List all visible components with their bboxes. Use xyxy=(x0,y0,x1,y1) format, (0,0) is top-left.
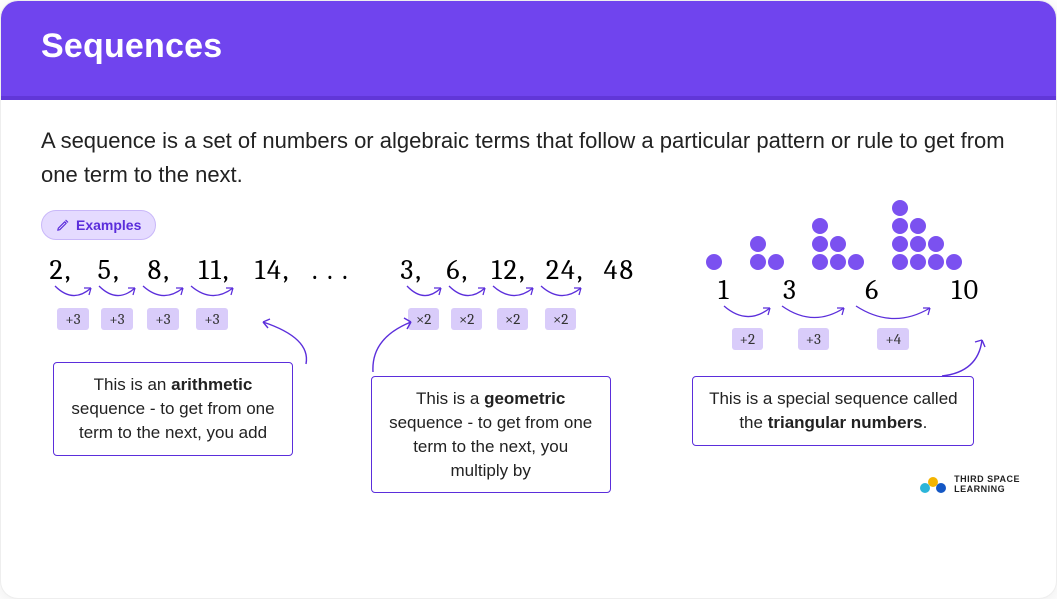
op-badge: ×2 xyxy=(497,308,528,330)
curve-arrow-icon xyxy=(850,304,936,326)
curve-arrow-icon xyxy=(445,284,489,306)
arithmetic-caption: This is an arithmetic sequence - to get … xyxy=(53,362,293,455)
header-bar: Sequences xyxy=(1,1,1056,100)
term: 24, xyxy=(541,254,589,286)
op-badge: ×2 xyxy=(451,308,482,330)
term: 5, xyxy=(89,254,129,286)
triangular-sequence: 1 3 6 10 xyxy=(700,274,1016,306)
intro-text: A sequence is a set of numbers or algebr… xyxy=(41,124,1016,192)
curve-arrow-icon xyxy=(187,284,237,306)
geometric-column: 3, 6, 12, 24, 48 ×2 ×2 xyxy=(371,254,687,493)
term: 3, xyxy=(393,254,431,286)
triangular-column: 1 3 6 10 +2 +3 +4 xyxy=(700,200,1016,446)
term: 48 xyxy=(597,254,641,286)
triangle-3 xyxy=(750,236,784,270)
term: 6, xyxy=(439,254,477,286)
term: 6 xyxy=(833,274,913,306)
curve-arrow-icon xyxy=(537,284,585,306)
brand-logo: THIRD SPACE LEARNING xyxy=(918,475,1020,495)
examples-columns: 2, 5, 8, 11, 14, . . . +3 +3 xyxy=(41,254,1016,493)
op-badge: +3 xyxy=(798,328,829,350)
curve-arrow-icon xyxy=(776,304,850,326)
op-badge: +3 xyxy=(57,308,88,330)
triangular-caption: This is a special sequence called the tr… xyxy=(692,376,974,446)
op-badge: +2 xyxy=(732,328,763,350)
geometric-caption: This is a geometric sequence - to get fr… xyxy=(371,376,611,493)
geometric-arrows: ×2 ×2 ×2 ×2 xyxy=(403,284,687,330)
triangle-1 xyxy=(706,254,722,270)
lesson-card: Sequences A sequence is a set of numbers… xyxy=(0,0,1057,599)
curve-arrow-icon xyxy=(139,284,187,306)
op-badge: +3 xyxy=(101,308,132,330)
triangle-10 xyxy=(892,200,962,270)
term: 8, xyxy=(137,254,181,286)
arithmetic-arrows: +3 +3 +3 +3 xyxy=(51,284,357,330)
op-badge: +3 xyxy=(147,308,178,330)
curve-arrow-icon xyxy=(403,284,445,306)
op-badge: ×2 xyxy=(408,308,439,330)
content-body: A sequence is a set of numbers or algebr… xyxy=(1,100,1056,513)
triangular-dots xyxy=(706,200,1016,270)
curve-arrow-icon xyxy=(489,284,537,306)
pencil-icon xyxy=(56,218,70,232)
arithmetic-column: 2, 5, 8, 11, 14, . . . +3 +3 xyxy=(41,254,357,455)
term: 14, xyxy=(248,254,298,286)
triangle-6 xyxy=(812,218,864,270)
term: 1 xyxy=(700,274,748,306)
term: 2, xyxy=(41,254,81,286)
term: 11, xyxy=(190,254,240,286)
page-title: Sequences xyxy=(41,27,1016,66)
op-badge: +3 xyxy=(196,308,227,330)
curve-arrow-icon xyxy=(95,284,139,306)
term: 3 xyxy=(757,274,825,306)
curve-arrow-icon xyxy=(718,304,776,326)
term: 10 xyxy=(921,274,1011,306)
term: 12, xyxy=(485,254,533,286)
arithmetic-sequence: 2, 5, 8, 11, 14, . . . xyxy=(41,254,357,286)
examples-label: Examples xyxy=(76,217,141,233)
curve-arrow-icon xyxy=(51,284,95,306)
op-badge: +4 xyxy=(877,328,909,350)
op-badge: ×2 xyxy=(545,308,576,330)
examples-badge: Examples xyxy=(41,210,156,240)
logo-mark-icon xyxy=(918,475,946,495)
brand-name: THIRD SPACE LEARNING xyxy=(954,475,1020,495)
triangular-arrows: +2 +3 +4 xyxy=(718,304,1016,350)
geometric-sequence: 3, 6, 12, 24, 48 xyxy=(393,254,687,286)
term: . . . xyxy=(306,254,356,286)
